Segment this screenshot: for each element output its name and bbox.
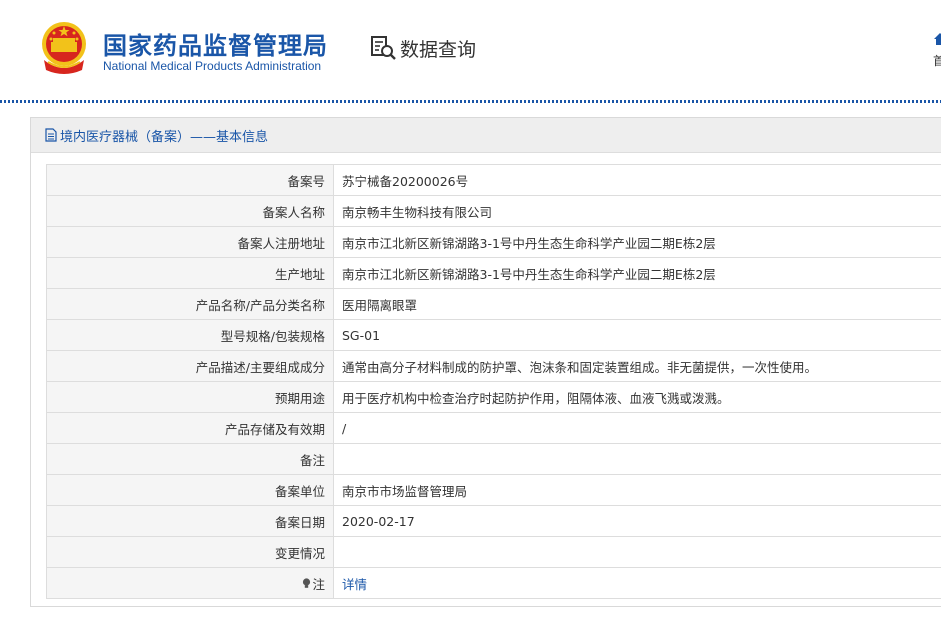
- row-value: 苏宁械备20200026号: [333, 164, 941, 196]
- site-subtitle[interactable]: National Medical Products Administration: [103, 59, 321, 73]
- basic-info-table: 备案号 苏宁械备20200026号 备案人名称 南京畅丰生物科技有限公司 备案人…: [46, 164, 941, 599]
- note-label-cell: 注: [46, 567, 334, 599]
- note-value-cell: 详情: [333, 567, 941, 599]
- home-label: 首页: [933, 54, 941, 68]
- row-label: 备注: [46, 443, 334, 475]
- row-value: 医用隔离眼罩: [333, 288, 941, 320]
- data-query-label: 数据查询: [400, 38, 477, 61]
- row-label: 产品描述/主要组成成分: [46, 350, 334, 382]
- row-label: 型号规格/包装规格: [46, 319, 334, 351]
- row-label: 备案人名称: [46, 195, 334, 227]
- home-link[interactable]: 首页: [927, 32, 941, 69]
- row-label: 产品存储及有效期: [46, 412, 334, 444]
- site-title[interactable]: 国家药品监督管理局: [103, 26, 328, 61]
- site-header: 国家药品监督管理局 National Medical Products Admi…: [0, 0, 941, 100]
- row-value: /: [333, 412, 941, 444]
- note-row: 注 详情: [46, 567, 941, 599]
- table-row: 备注: [46, 443, 941, 475]
- table-row: 型号规格/包装规格 SG-01: [46, 319, 941, 351]
- details-link[interactable]: 详情: [342, 577, 367, 592]
- row-label: 变更情况: [46, 536, 334, 568]
- row-label: 预期用途: [46, 381, 334, 413]
- national-emblem-icon: [42, 22, 86, 74]
- table-row: 备案单位 南京市市场监督管理局: [46, 474, 941, 506]
- row-label: 产品名称/产品分类名称: [46, 288, 334, 320]
- note-label: 注: [312, 576, 325, 592]
- row-value: 南京畅丰生物科技有限公司: [333, 195, 941, 227]
- row-label: 备案号: [46, 164, 334, 196]
- panel-header: 境内医疗器械（备案）——基本信息: [31, 118, 941, 153]
- row-value: 2020-02-17: [333, 505, 941, 537]
- info-panel: 境内医疗器械（备案）——基本信息 备案号 苏宁械备20200026号 备案人名称…: [30, 117, 941, 607]
- row-value: 通常由高分子材料制成的防护罩、泡沫条和固定装置组成。非无菌提供，一次性使用。: [333, 350, 941, 382]
- row-value: 南京市江北新区新锦湖路3-1号中丹生态生命科学产业园二期E栋2层: [333, 257, 941, 289]
- table-row: 备案人注册地址 南京市江北新区新锦湖路3-1号中丹生态生命科学产业园二期E栋2层: [46, 226, 941, 258]
- document-icon: [45, 128, 57, 142]
- row-value: 南京市江北新区新锦湖路3-1号中丹生态生命科学产业园二期E栋2层: [333, 226, 941, 258]
- table-row: 产品存储及有效期 /: [46, 412, 941, 444]
- row-value: SG-01: [333, 319, 941, 351]
- data-query-link[interactable]: 数据查询: [370, 34, 476, 62]
- row-label: 备案单位: [46, 474, 334, 506]
- panel-title: 境内医疗器械（备案）——基本信息: [60, 129, 269, 145]
- row-label: 备案人注册地址: [46, 226, 334, 258]
- row-value: [333, 536, 941, 568]
- table-row: 变更情况: [46, 536, 941, 568]
- lightbulb-icon: [303, 577, 311, 588]
- header-divider: [0, 100, 941, 103]
- row-label: 生产地址: [46, 257, 334, 289]
- table-row: 备案号 苏宁械备20200026号: [46, 164, 941, 196]
- row-value: [333, 443, 941, 475]
- note-label-wrap: 注: [302, 574, 325, 593]
- table-row: 产品描述/主要组成成分 通常由高分子材料制成的防护罩、泡沫条和固定装置组成。非无…: [46, 350, 941, 382]
- table-row: 备案日期 2020-02-17: [46, 505, 941, 537]
- table-row: 备案人名称 南京畅丰生物科技有限公司: [46, 195, 941, 227]
- table-row: 预期用途 用于医疗机构中检查治疗时起防护作用，阻隔体液、血液飞溅或泼溅。: [46, 381, 941, 413]
- row-value: 南京市市场监督管理局: [333, 474, 941, 506]
- row-value: 用于医疗机构中检查治疗时起防护作用，阻隔体液、血液飞溅或泼溅。: [333, 381, 941, 413]
- row-label: 备案日期: [46, 505, 334, 537]
- table-row: 产品名称/产品分类名称 医用隔离眼罩: [46, 288, 941, 320]
- magnifier-document-icon: [371, 36, 396, 60]
- table-row: 生产地址 南京市江北新区新锦湖路3-1号中丹生态生命科学产业园二期E栋2层: [46, 257, 941, 289]
- home-icon: [934, 33, 941, 45]
